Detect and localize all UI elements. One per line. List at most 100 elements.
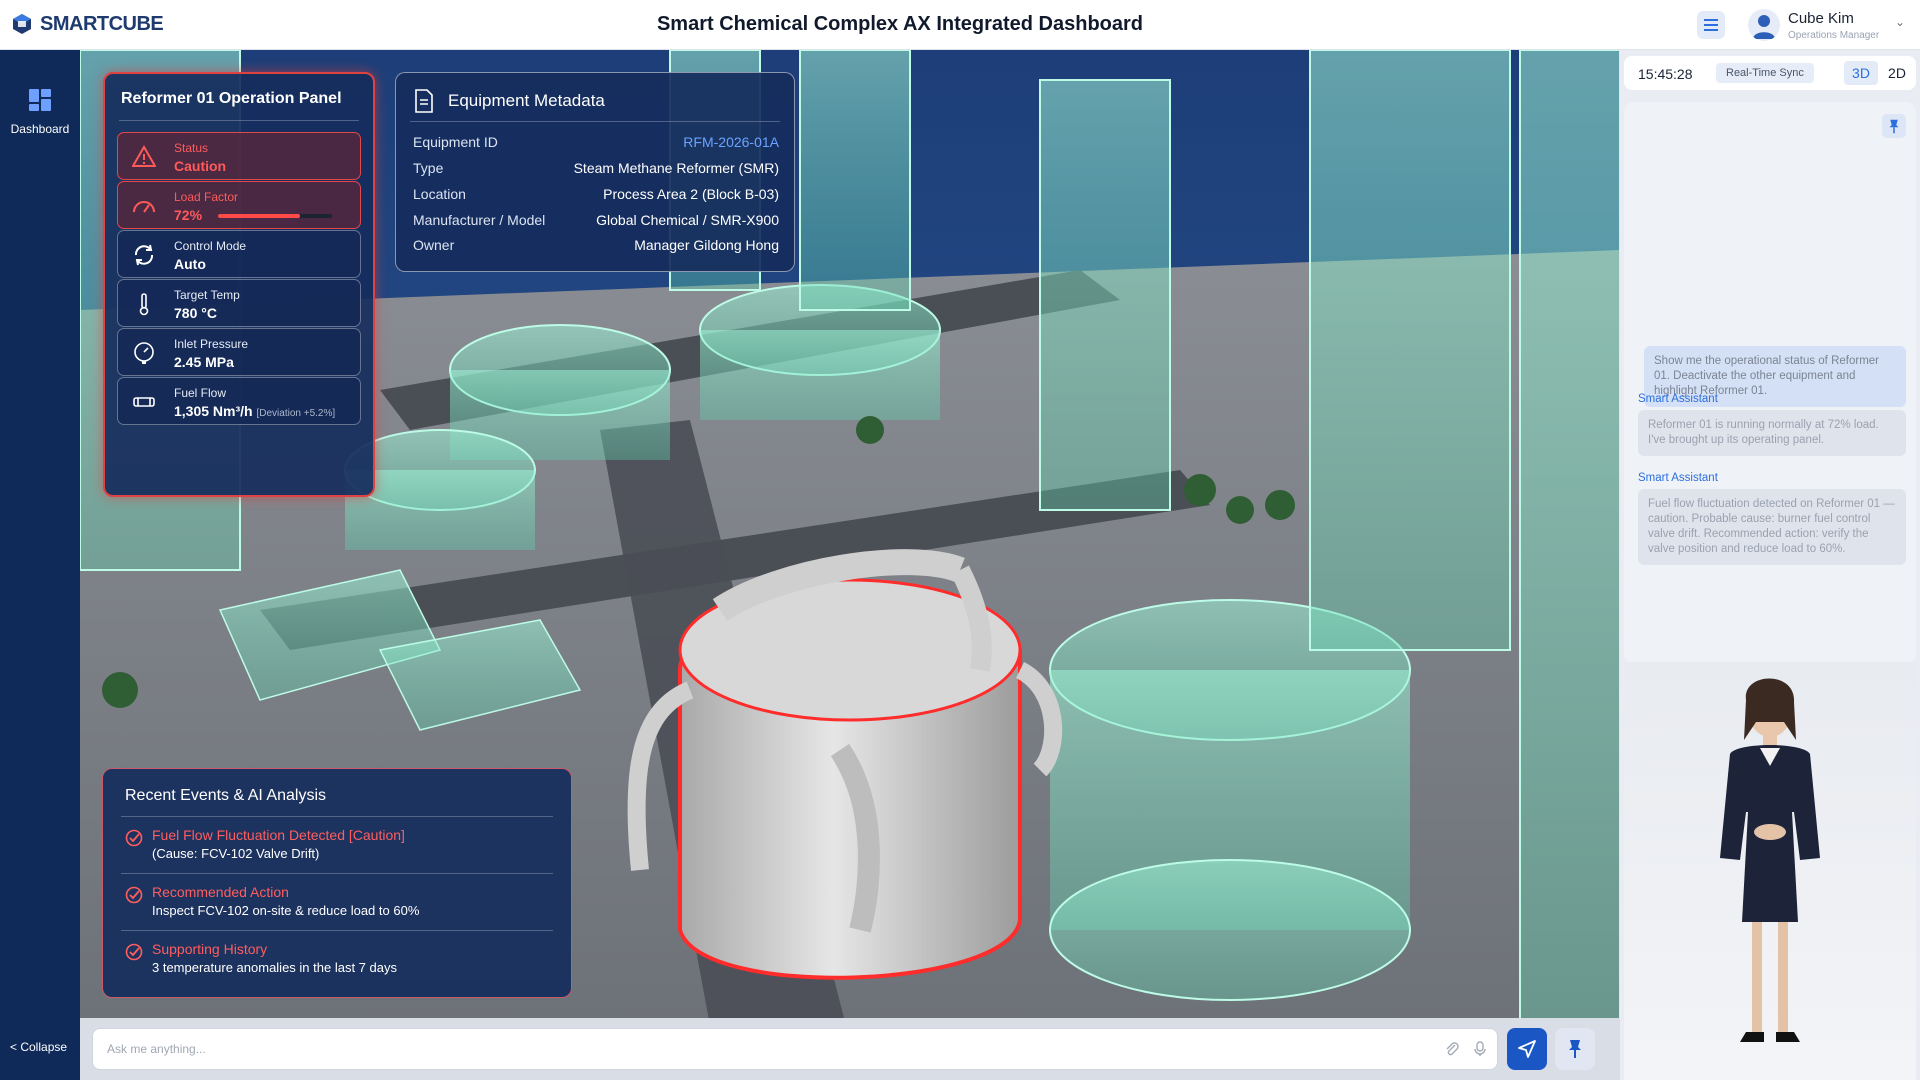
load-factor-card[interactable]: Load Factor 72%	[117, 181, 361, 229]
divider	[121, 873, 553, 874]
metadata-value: Process Area 2 (Block B-03)	[603, 186, 779, 202]
assistant-name: Smart Assistant	[1638, 393, 1718, 405]
microphone-icon[interactable]	[1473, 1041, 1487, 1057]
pressure-gauge-icon	[134, 342, 154, 364]
chat-bar	[80, 1018, 1620, 1080]
user-name: Cube Kim	[1788, 10, 1854, 27]
metadata-key: Equipment ID	[413, 134, 498, 150]
divider	[121, 930, 553, 931]
load-factor-bar	[218, 214, 332, 218]
pin-button[interactable]	[1555, 1028, 1595, 1070]
hamburger-icon	[1704, 19, 1718, 31]
metadata-row: Owner Manager Gildong Hong	[413, 237, 779, 257]
view-2d-toggle[interactable]: 2D	[1880, 61, 1914, 85]
chat-pin-button[interactable]	[1882, 114, 1906, 138]
pin-icon	[1889, 119, 1899, 133]
divider	[410, 121, 780, 122]
check-circle-icon	[125, 943, 143, 961]
check-circle-icon	[125, 886, 143, 904]
gauge-icon	[133, 201, 155, 213]
assistant-name: Smart Assistant	[1638, 472, 1718, 484]
operation-panel: Reformer 01 Operation Panel Status Cauti…	[103, 72, 375, 497]
event-body: 3 temperature anomalies in the last 7 da…	[152, 960, 397, 975]
view-3d-toggle[interactable]: 3D	[1844, 61, 1878, 85]
target-temp-value: 780 °C	[174, 305, 217, 321]
user-role: Operations Manager	[1788, 30, 1880, 41]
nav-item-label: Dashboard	[10, 122, 70, 136]
chat-input[interactable]	[107, 1029, 1407, 1069]
assistant-message: Reformer 01 is running normally at 72% l…	[1638, 410, 1906, 456]
fuel-flow-value: 1,305 Nm³/h	[174, 403, 253, 419]
event-item[interactable]: Recommended Action Inspect FCV-102 on-si…	[125, 884, 545, 930]
time-view-strip: 15:45:28 Real-Time Sync 3D 2D	[1624, 56, 1916, 90]
metadata-key: Owner	[413, 237, 455, 253]
event-body: (Cause: FCV-102 Valve Drift)	[152, 846, 320, 861]
load-factor-value: 72%	[174, 207, 203, 223]
chat-history: Show me the operational status of Reform…	[1624, 102, 1916, 664]
metadata-row: Manufacturer / Model Global Chemical / S…	[413, 212, 779, 232]
metadata-row: Location Process Area 2 (Block B-03)	[413, 186, 779, 206]
metadata-row: Type Steam Methane Reformer (SMR)	[413, 160, 779, 180]
flow-pipe-icon	[133, 397, 155, 407]
fuel-flow-card[interactable]: Fuel Flow 1,305 Nm³/h [Deviation +5.2%]	[117, 377, 361, 425]
status-value: Caution	[174, 158, 227, 174]
equipment-id-link[interactable]: RFM-2026-01A	[683, 134, 779, 150]
top-header: SMARTCUBE Smart Chemical Complex AX Inte…	[0, 0, 1920, 50]
paperclip-icon[interactable]	[1445, 1041, 1459, 1057]
chevron-down-icon[interactable]: ⌄	[1895, 15, 1905, 29]
send-icon	[1518, 1040, 1536, 1058]
metadata-value: Manager Gildong Hong	[634, 237, 779, 253]
pin-icon	[1569, 1040, 1581, 1058]
user-avatar-icon	[1753, 15, 1775, 39]
inlet-pressure-label: Inlet Pressure	[174, 337, 249, 351]
fuel-flow-deviation: [Deviation +5.2%]	[256, 408, 336, 419]
metadata-value: Steam Methane Reformer (SMR)	[573, 160, 779, 176]
event-item[interactable]: Supporting History 3 temperature anomali…	[125, 941, 545, 987]
chat-input-wrapper	[92, 1028, 1498, 1070]
thermometer-icon	[139, 293, 149, 316]
sync-status-badge: Real-Time Sync	[1716, 63, 1814, 83]
document-icon	[415, 89, 433, 113]
warning-icon	[132, 145, 156, 167]
event-body: Inspect FCV-102 on-site & reduce load to…	[152, 903, 420, 918]
inlet-pressure-value: 2.45 MPa	[174, 354, 234, 370]
inlet-pressure-card[interactable]: Inlet Pressure 2.45 MPa	[117, 328, 361, 376]
assistant-message: Fuel flow fluctuation detected on Reform…	[1638, 489, 1906, 565]
send-button[interactable]	[1507, 1028, 1547, 1070]
clock: 15:45:28	[1638, 66, 1693, 82]
metadata-row: Equipment ID RFM-2026-01A	[413, 134, 779, 154]
assistant-panel: 15:45:28 Real-Time Sync 3D 2D Show me th…	[1620, 50, 1920, 1080]
assistant-avatar-area	[1624, 662, 1916, 1080]
menu-button[interactable]	[1697, 11, 1725, 39]
nav-item-dashboard[interactable]: Dashboard	[0, 88, 80, 136]
left-nav: Dashboard < Collapse	[0, 50, 80, 1080]
target-temp-label: Target Temp	[174, 288, 240, 302]
user-avatar[interactable]	[1748, 9, 1780, 41]
load-factor-label: Load Factor	[174, 190, 239, 204]
collapse-button[interactable]: < Collapse	[10, 1040, 67, 1054]
page-title: Smart Chemical Complex AX Integrated Das…	[656, 13, 1144, 35]
dashboard-grid-icon	[29, 89, 51, 111]
event-heading: Supporting History	[152, 941, 268, 957]
status-card[interactable]: Status Caution	[117, 132, 361, 180]
equipment-metadata-panel: Equipment Metadata Equipment ID RFM-2026…	[395, 72, 795, 272]
target-temp-card[interactable]: Target Temp 780 °C	[117, 279, 361, 327]
metadata-key: Type	[413, 160, 444, 176]
assistant-avatar-figure	[1720, 678, 1820, 1042]
check-circle-icon	[125, 829, 143, 847]
operation-panel-title: Reformer 01 Operation Panel	[121, 90, 342, 107]
event-item[interactable]: Fuel Flow Fluctuation Detected [Caution]…	[125, 827, 545, 873]
divider	[119, 120, 359, 121]
metadata-title: Equipment Metadata	[448, 91, 605, 110]
status-label: Status	[174, 141, 209, 155]
events-title: Recent Events & AI Analysis	[125, 787, 326, 804]
metadata-key: Manufacturer / Model	[413, 212, 546, 228]
metadata-value: Global Chemical / SMR-X900	[596, 212, 779, 228]
fuel-flow-value-line: 1,305 Nm³/h [Deviation +5.2%]	[174, 403, 335, 419]
control-mode-label: Control Mode	[174, 239, 247, 253]
metadata-key: Location	[413, 186, 466, 202]
control-mode-card[interactable]: Control Mode Auto	[117, 230, 361, 278]
refresh-icon	[134, 244, 154, 266]
event-heading: Fuel Flow Fluctuation Detected [Caution]	[152, 827, 405, 843]
load-factor-bar-fill	[218, 214, 301, 218]
